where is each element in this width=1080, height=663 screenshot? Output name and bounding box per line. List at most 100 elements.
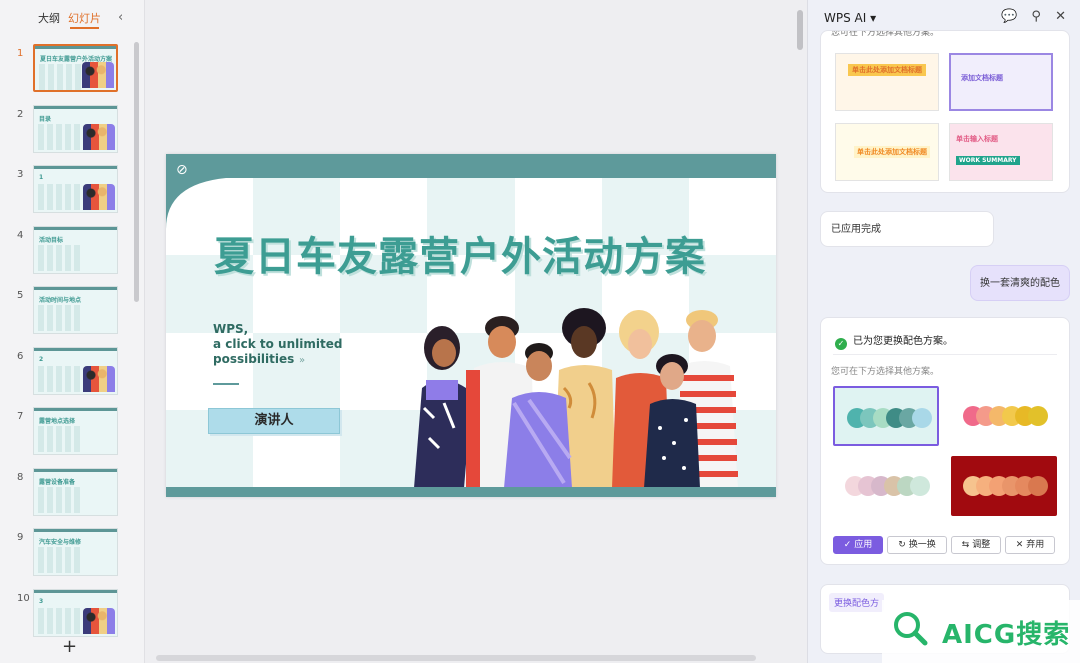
collapse-panel-icon[interactable]: ‹: [118, 10, 123, 25]
slide-number: 9: [17, 532, 24, 543]
slide-number: 2: [17, 108, 24, 120]
thumb-top-bar: [34, 468, 117, 472]
slide-thumbnail[interactable]: 目录: [33, 104, 118, 153]
presenter-box[interactable]: 演讲人: [208, 408, 340, 434]
color-scheme-option-1[interactable]: [833, 386, 939, 446]
divider-line: [213, 383, 239, 385]
thumb-content: [38, 426, 82, 452]
template-option-1[interactable]: 单击此处添加文档标题: [835, 53, 939, 111]
subtitle-line-1: WPS,: [213, 322, 249, 336]
add-slide-button[interactable]: +: [62, 636, 77, 657]
ai-panel-header: WPS AI ▾ 💬 ⚲ ✕: [808, 0, 1080, 34]
slide-thumbnail-row[interactable]: 2 目录: [0, 104, 130, 155]
slide-thumbnail-row[interactable]: 9 汽车安全与维修: [0, 528, 130, 578]
slide-thumbnail-row[interactable]: 5 活动时间与地点: [0, 286, 130, 336]
slide-number: 10: [17, 592, 30, 604]
thumb-content: [39, 64, 83, 90]
slide-thumbnail[interactable]: 3: [33, 588, 118, 637]
slide-thumbnail[interactable]: 汽车安全与维修: [33, 528, 118, 576]
slide-number: 6: [17, 350, 24, 362]
slide-thumbnail-row[interactable]: 1 夏日车友露营户外活动方案: [0, 44, 130, 94]
change-scheme-tag[interactable]: 更换配色方: [829, 593, 885, 612]
thumb-people-image: [82, 62, 114, 88]
thumb-content: [38, 123, 82, 150]
slide-number: 3: [17, 169, 24, 180]
template-option-3[interactable]: 单击此处添加文档标题: [835, 123, 939, 181]
current-slide[interactable]: ⊘ 夏日车友露营户外活动方案 WPS, a click to unlimited…: [166, 154, 776, 497]
slide-thumbnail-row[interactable]: 62: [0, 346, 130, 397]
slide-thumbnail-row[interactable]: 31: [0, 165, 130, 215]
slide-thumbnail[interactable]: 1: [33, 165, 118, 213]
thumb-title: 1: [39, 174, 44, 181]
scheme-actions: ✓ 应用 ↻ 换一换 ⇆ 调整 ✕ 弃用: [833, 536, 1063, 554]
color-scheme-option-2[interactable]: [951, 386, 1057, 446]
slide-number: 8: [17, 471, 24, 483]
slide-thumbnail[interactable]: 夏日车友露营户外活动方案: [33, 44, 118, 92]
close-icon[interactable]: ✕: [1055, 9, 1066, 24]
thumb-top-bar: [34, 105, 117, 109]
thumb-top-bar: [35, 46, 116, 49]
slide-thumbnail-row[interactable]: 4 活动目标: [0, 225, 130, 276]
thumb-top-bar: [34, 347, 117, 351]
adjust-button[interactable]: ⇆ 调整: [951, 536, 1001, 554]
slide-list-scrollbar[interactable]: [134, 42, 139, 302]
thumb-title: 露营设备准备: [39, 478, 76, 486]
slide-subtitle[interactable]: WPS, a click to unlimited possibilities: [213, 322, 342, 367]
thumb-content: [38, 184, 82, 210]
color-swatch: [1028, 406, 1048, 426]
apply-button[interactable]: ✓ 应用: [833, 536, 883, 554]
thumb-title: 露营地点选择: [39, 418, 76, 425]
thumb-people-image: [83, 123, 115, 150]
planet-icon: ⊘: [176, 162, 188, 178]
subtitle-line-3: possibilities: [213, 352, 295, 366]
discard-button[interactable]: ✕ 弃用: [1005, 536, 1055, 554]
canvas-vertical-scrollbar[interactable]: [796, 0, 804, 663]
magnifier-logo-icon: [894, 612, 928, 646]
color-scheme-card: ✓ 已为您更换配色方案。 您可在下方选择其他方案。 ✓ 应用 ↻ 换一换 ⇆ 调整…: [820, 317, 1070, 565]
canvas-horizontal-scrollbar[interactable]: [156, 655, 756, 661]
editing-canvas: ⊘ 夏日车友露营户外活动方案 WPS, a click to unlimited…: [146, 0, 806, 663]
slide-thumbnail[interactable]: 活动目标: [33, 225, 118, 274]
ai-panel-title[interactable]: WPS AI ▾: [824, 11, 876, 25]
slide-thumbnail-row[interactable]: 8 露营设备准备: [0, 467, 130, 518]
thumb-content: [38, 547, 82, 573]
thumb-people-image: [83, 184, 115, 210]
template-option-2[interactable]: 添加文档标题: [949, 53, 1053, 111]
chat-icon[interactable]: 💬: [1001, 9, 1017, 24]
slide-title[interactable]: 夏日车友露营户外活动方案: [214, 224, 706, 282]
thumb-content: [38, 244, 82, 271]
tab-slides[interactable]: 幻灯片: [68, 10, 101, 29]
ai-message-done: 已应用完成: [820, 211, 994, 247]
slide-thumbnail[interactable]: 露营地点选择: [33, 407, 118, 455]
thumb-people-image: [83, 607, 115, 634]
slide-thumbnail[interactable]: 活动时间与地点: [33, 286, 118, 334]
thumb-top-bar: [34, 287, 117, 290]
watermark-text: AICG搜索: [942, 620, 1071, 650]
panel-tabs: 大纲 幻灯片 ‹: [0, 10, 145, 30]
user-message: 换一套清爽的配色: [970, 265, 1070, 301]
template-card: 您可在下方选择其他方案。 单击此处添加文档标题 添加文档标题 单击此处添加文档标…: [820, 30, 1070, 193]
divider: [833, 354, 1057, 355]
thumb-title: 活动目标: [39, 236, 64, 244]
tab-outline[interactable]: 大纲: [38, 10, 60, 26]
thumb-top-bar: [34, 166, 117, 169]
slide-thumbnail[interactable]: 露营设备准备: [33, 467, 118, 516]
thumb-content: [38, 305, 82, 331]
thumb-people-image: [83, 365, 115, 392]
thumb-top-bar: [34, 529, 117, 532]
color-scheme-option-4[interactable]: [951, 456, 1057, 516]
template-option-4[interactable]: 单击输入标题 WORK SUMMARY: [949, 123, 1053, 181]
slide-thumbnail-row[interactable]: 10 3: [0, 588, 130, 639]
slide-number: 1: [17, 48, 24, 59]
pin-icon[interactable]: ⚲: [1031, 9, 1041, 24]
thumb-title: 目录: [39, 115, 52, 123]
thumb-top-bar: [34, 226, 117, 230]
cut-off-text: 您可在下方选择其他方案。: [831, 31, 940, 38]
slide-thumbnail[interactable]: 2: [33, 346, 118, 395]
check-circle-icon: ✓: [835, 338, 847, 350]
slide-thumbnail-row[interactable]: 7 露营地点选择: [0, 407, 130, 457]
double-arrow-icon: »: [299, 355, 306, 366]
color-scheme-option-3[interactable]: [833, 456, 939, 516]
swap-button[interactable]: ↻ 换一换: [887, 536, 947, 554]
thumb-title: 汽车安全与维修: [39, 539, 82, 546]
